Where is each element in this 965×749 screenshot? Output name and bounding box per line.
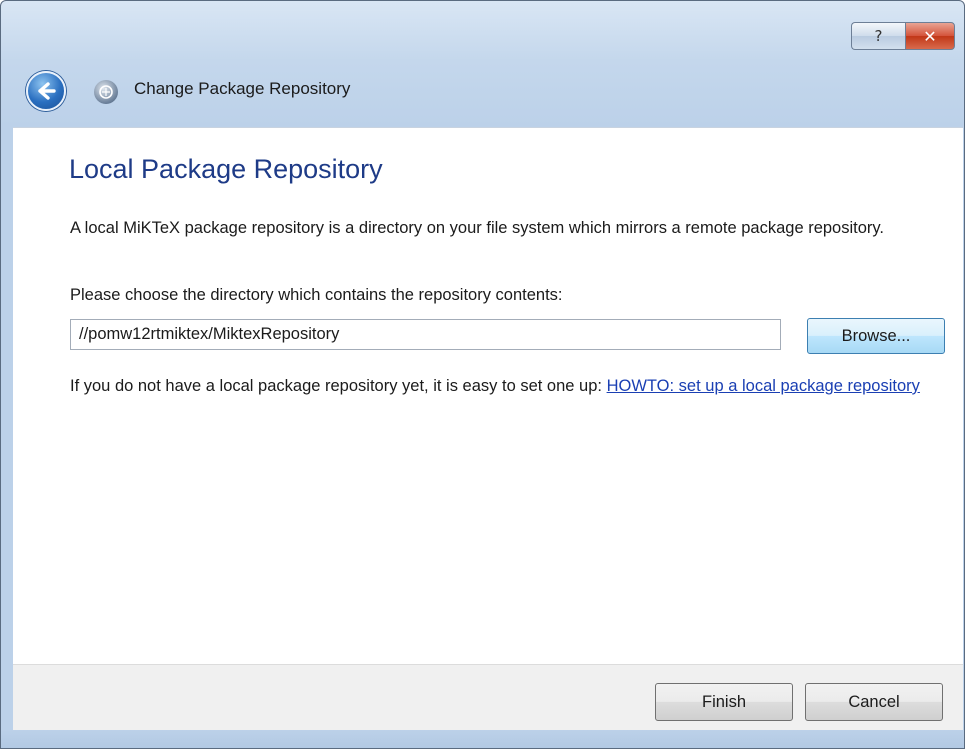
- caption-buttons: ? ✕: [851, 22, 955, 50]
- howto-link[interactable]: HOWTO: set up a local package repository: [607, 377, 920, 395]
- window-frame-bottom: [1, 730, 964, 748]
- page-heading: Local Package Repository: [69, 154, 383, 184]
- close-button[interactable]: ✕: [905, 22, 955, 50]
- wizard-window: ? ✕ Change Package Repository Local Pack…: [0, 0, 965, 749]
- directory-input[interactable]: [70, 319, 781, 350]
- miktex-icon: [94, 80, 118, 104]
- wizard-title: Change Package Repository: [134, 79, 351, 98]
- browse-button[interactable]: Browse...: [807, 318, 945, 354]
- finish-button[interactable]: Finish: [655, 683, 793, 721]
- help-button[interactable]: ?: [851, 22, 905, 50]
- button-bar: Finish Cancel: [13, 664, 963, 730]
- help-icon: ?: [874, 27, 883, 45]
- back-arrow-icon: [38, 82, 56, 100]
- info-paragraph: If you do not have a local package repos…: [70, 375, 930, 397]
- cancel-button[interactable]: Cancel: [805, 683, 943, 721]
- content-panel: Local Package Repository A local MiKTeX …: [13, 127, 963, 665]
- choose-directory-label: Please choose the directory which contai…: [70, 286, 563, 304]
- description-text: A local MiKTeX package repository is a d…: [70, 219, 885, 237]
- title-bar: ? ✕ Change Package Repository: [1, 1, 964, 127]
- back-button[interactable]: [26, 71, 66, 111]
- close-icon: ✕: [923, 26, 937, 46]
- info-text: If you do not have a local package repos…: [70, 377, 607, 395]
